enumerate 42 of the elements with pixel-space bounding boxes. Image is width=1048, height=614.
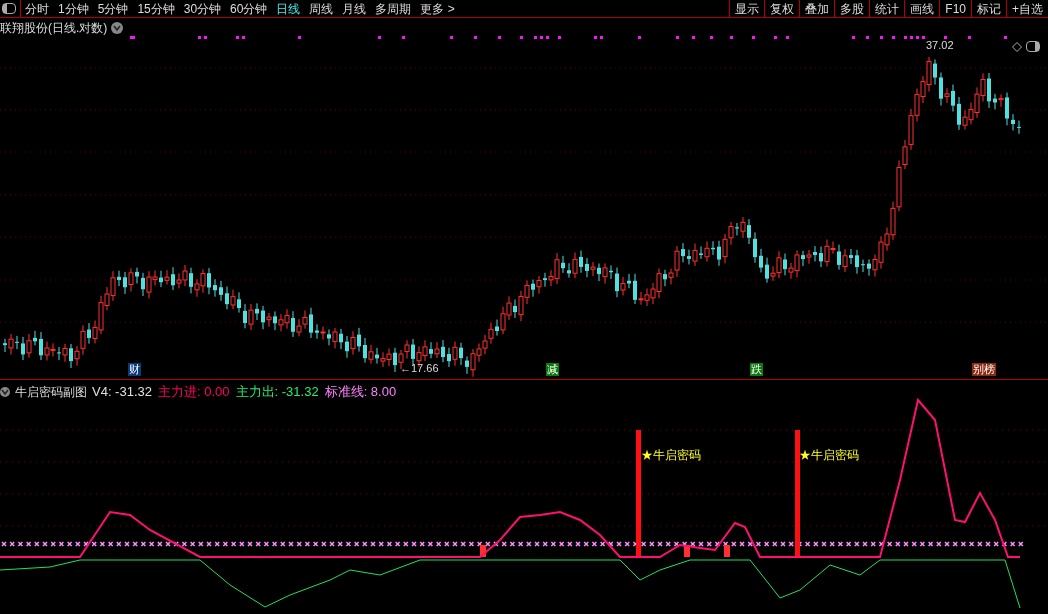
signal-bar bbox=[480, 545, 486, 557]
price-label: ←17.66 bbox=[400, 361, 439, 376]
signal-bar bbox=[724, 545, 730, 557]
indicator-value: 主力进: 0.00 bbox=[158, 383, 230, 401]
period-tab[interactable]: 5分钟 bbox=[97, 0, 129, 18]
toolbar-button[interactable]: 叠加 bbox=[799, 0, 835, 17]
period-tab[interactable]: 多周期 bbox=[375, 0, 412, 18]
panel-toggle-icon[interactable] bbox=[1026, 41, 1040, 52]
stock-title: 联翔股份(日线.对数) bbox=[0, 20, 108, 37]
period-tab[interactable]: 15分钟 bbox=[137, 0, 175, 18]
period-tab[interactable]: 60分钟 bbox=[230, 0, 268, 18]
period-tab[interactable]: 分时 bbox=[25, 0, 49, 18]
signal-bar bbox=[684, 545, 690, 557]
toolbar-button[interactable]: 复权 bbox=[764, 0, 800, 17]
signal-label: ★牛启密码 bbox=[799, 447, 859, 464]
period-tab[interactable]: 30分钟 bbox=[183, 0, 222, 18]
toolbar-button[interactable]: 统计 bbox=[869, 0, 905, 17]
price-label: 37.02 bbox=[926, 38, 954, 53]
dropdown-icon[interactable] bbox=[0, 386, 10, 397]
toolbar-button[interactable]: 多股 bbox=[834, 0, 870, 17]
toolbar-button[interactable]: 画线 bbox=[904, 0, 940, 17]
indicator-value: 主力出: -31.32 bbox=[235, 383, 319, 401]
indicator-value: 标准线: 8.00 bbox=[324, 383, 397, 401]
event-tag[interactable]: 别榜 bbox=[972, 363, 996, 376]
toolbar-button[interactable]: F10 bbox=[939, 0, 971, 17]
event-tag[interactable]: 跌 bbox=[750, 363, 763, 376]
toolbar-button[interactable]: 标记 bbox=[971, 0, 1006, 17]
panel-toggle-icon[interactable] bbox=[2, 3, 16, 14]
period-tab[interactable]: 更多 > bbox=[420, 0, 455, 18]
indicator-title: 牛启密码副图 bbox=[15, 383, 87, 401]
toolbar-button[interactable]: +自选 bbox=[1006, 0, 1048, 17]
indicator-value: V4: -31.32 bbox=[92, 383, 152, 401]
signal-label: ★牛启密码 bbox=[641, 447, 701, 464]
period-tab[interactable]: 月线 bbox=[342, 0, 367, 18]
event-tag[interactable]: 减 bbox=[546, 363, 559, 376]
dropdown-icon[interactable] bbox=[111, 22, 124, 34]
period-tab[interactable]: 1分钟 bbox=[58, 0, 89, 18]
toolbar-button[interactable]: 显示 bbox=[729, 0, 765, 17]
diamond-icon[interactable] bbox=[1012, 42, 1022, 52]
period-tab[interactable]: 周线 bbox=[309, 0, 334, 18]
period-tab[interactable]: 日线 bbox=[276, 0, 301, 18]
event-tag[interactable]: 财 bbox=[128, 363, 141, 376]
